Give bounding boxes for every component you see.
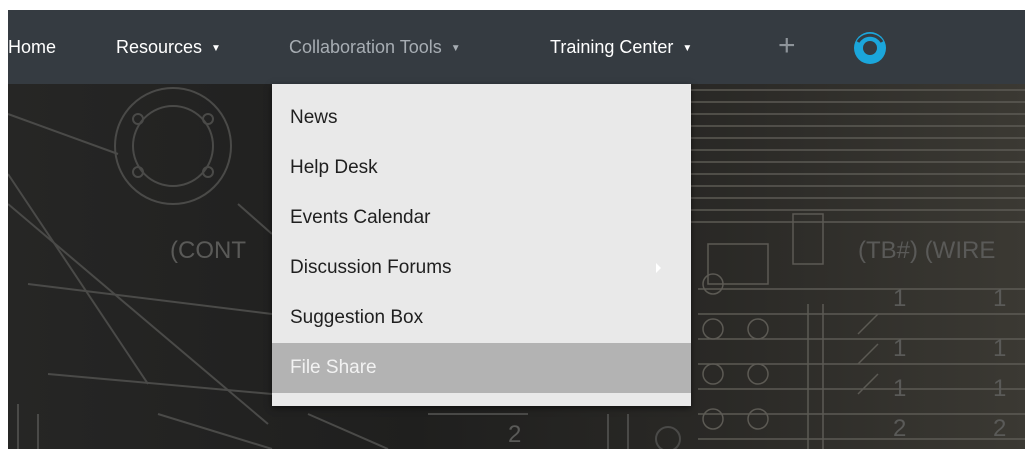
bg-number: 1 bbox=[893, 335, 906, 362]
menu-item-label: Help Desk bbox=[290, 157, 378, 178]
bg-number-below: 2 bbox=[508, 421, 521, 448]
bg-number: 1 bbox=[893, 375, 906, 402]
app-frame: (CONT 2 (TB#) (WIRE 1 1 1 1 1 1 2 2 Home… bbox=[8, 10, 1025, 449]
menu-item-label: Events Calendar bbox=[290, 207, 431, 228]
menu-item-label: File Share bbox=[290, 357, 377, 378]
nav-resources[interactable]: Resources ▼ bbox=[116, 10, 221, 84]
nav-home[interactable]: Home bbox=[8, 10, 56, 84]
support-headset-icon[interactable] bbox=[852, 30, 888, 66]
bg-label-right: (TB#) (WIRE bbox=[858, 237, 995, 264]
nav-training-center[interactable]: Training Center ▼ bbox=[550, 10, 692, 84]
nav-training-label: Training Center bbox=[550, 37, 674, 57]
nav-collaboration-label: Collaboration Tools bbox=[289, 37, 442, 57]
menu-item-discussion-forums[interactable]: Discussion Forums bbox=[272, 243, 691, 293]
nav-collaboration-tools[interactable]: Collaboration Tools ▼ bbox=[289, 10, 461, 84]
bg-number: 2 bbox=[993, 415, 1006, 442]
bg-number: 1 bbox=[993, 375, 1006, 402]
caret-down-icon: ▼ bbox=[682, 43, 693, 54]
menu-item-label: Discussion Forums bbox=[290, 257, 452, 278]
top-navbar: Home Resources ▼ Collaboration Tools ▼ Tra… bbox=[8, 10, 1025, 84]
bg-label-left: (CONT bbox=[170, 237, 246, 264]
collaboration-tools-dropdown: News Help Desk Events Calendar Discussio… bbox=[272, 84, 691, 406]
add-plus-icon[interactable]: + bbox=[778, 10, 796, 84]
caret-down-icon: ▼ bbox=[211, 43, 221, 54]
bg-number: 2 bbox=[893, 415, 906, 442]
nav-resources-label: Resources bbox=[116, 37, 203, 57]
bg-number: 1 bbox=[993, 335, 1006, 362]
bg-number: 1 bbox=[893, 285, 906, 312]
menu-item-file-share[interactable]: File Share bbox=[272, 343, 691, 393]
menu-item-events-calendar[interactable]: Events Calendar bbox=[272, 193, 691, 243]
submenu-arrow-icon bbox=[656, 263, 661, 273]
menu-item-label: Suggestion Box bbox=[290, 307, 424, 328]
menu-item-help-desk[interactable]: Help Desk bbox=[272, 143, 691, 193]
nav-home-label: Home bbox=[8, 37, 57, 57]
menu-item-suggestion-box[interactable]: Suggestion Box bbox=[272, 293, 691, 343]
bg-number: 1 bbox=[993, 285, 1006, 312]
menu-item-news[interactable]: News bbox=[272, 93, 691, 143]
menu-item-label: News bbox=[290, 107, 338, 128]
caret-down-icon: ▼ bbox=[450, 43, 461, 54]
